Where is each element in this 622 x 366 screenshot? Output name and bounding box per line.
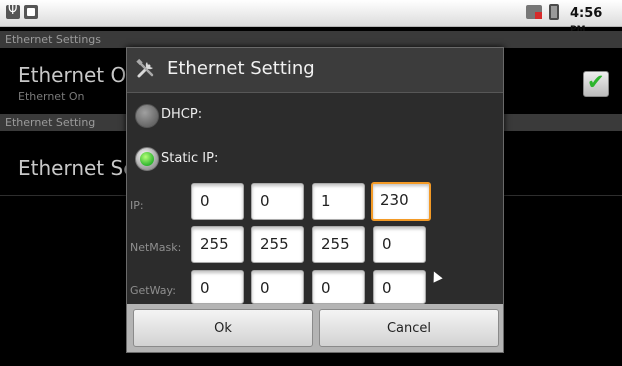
netmask-label: NetMask: (130, 241, 182, 254)
section-header-ethernet-settings: Ethernet Settings (0, 31, 622, 48)
gateway-label: GetWay: (130, 284, 176, 297)
dhcp-radio[interactable] (135, 104, 159, 128)
clock-time: 4:56 (570, 6, 603, 21)
ethernet-on-title: Ethernet On (18, 63, 139, 87)
notification-icon (24, 5, 38, 19)
battery-icon (549, 4, 559, 20)
ip-octet-1[interactable]: 0 (191, 183, 244, 220)
dialog-titlebar: Ethernet Setting (127, 48, 503, 93)
ip-label: IP: (130, 199, 144, 212)
dhcp-label[interactable]: DHCP: (161, 107, 202, 122)
ethernet-setting-dialog: Ethernet Setting DHCP: Static IP: IP: 0 … (126, 47, 504, 353)
usb-icon (6, 3, 20, 19)
gateway-octet-3[interactable]: 0 (312, 270, 365, 304)
ip-octet-4[interactable]: 230 (371, 182, 431, 221)
gateway-octet-1[interactable]: 0 (191, 270, 244, 304)
ethernet-on-checkbox[interactable] (583, 70, 609, 97)
dialog-button-bar: Ok Cancel (127, 304, 503, 352)
netmask-octet-1[interactable]: 255 (191, 226, 244, 263)
ethernet-on-subtitle: Ethernet On (18, 90, 85, 103)
gateway-octet-2[interactable]: 0 (251, 270, 304, 304)
gateway-octet-4[interactable]: 0 (373, 270, 426, 304)
network-icon (526, 5, 542, 19)
ip-octet-3[interactable]: 1 (312, 183, 365, 220)
tools-icon (136, 58, 154, 78)
static-ip-label[interactable]: Static IP: (161, 151, 218, 166)
cancel-button[interactable]: Cancel (319, 309, 499, 347)
ip-octet-2[interactable]: 0 (251, 183, 304, 220)
static-ip-radio[interactable] (135, 147, 159, 171)
status-bar: 4:56 PM (0, 0, 622, 35)
netmask-octet-4[interactable]: 0 (373, 226, 426, 263)
dialog-title: Ethernet Setting (167, 58, 315, 79)
netmask-octet-3[interactable]: 255 (312, 226, 365, 263)
ok-button[interactable]: Ok (133, 309, 313, 347)
netmask-octet-2[interactable]: 255 (251, 226, 304, 263)
